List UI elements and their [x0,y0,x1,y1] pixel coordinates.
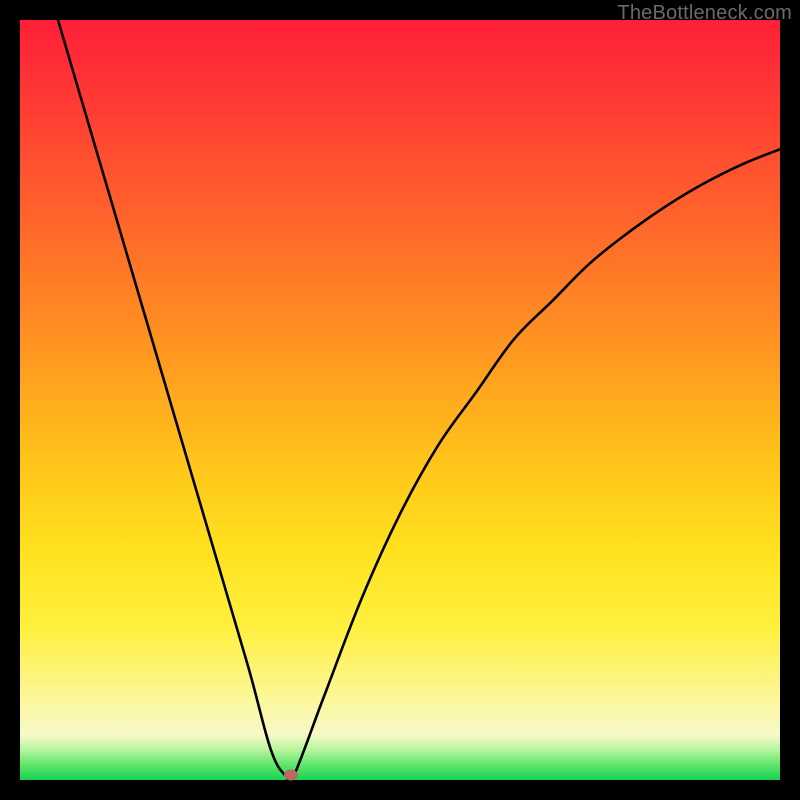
chart-frame [20,20,780,780]
optimal-point-marker [284,770,298,781]
chart-background-gradient [20,20,780,780]
